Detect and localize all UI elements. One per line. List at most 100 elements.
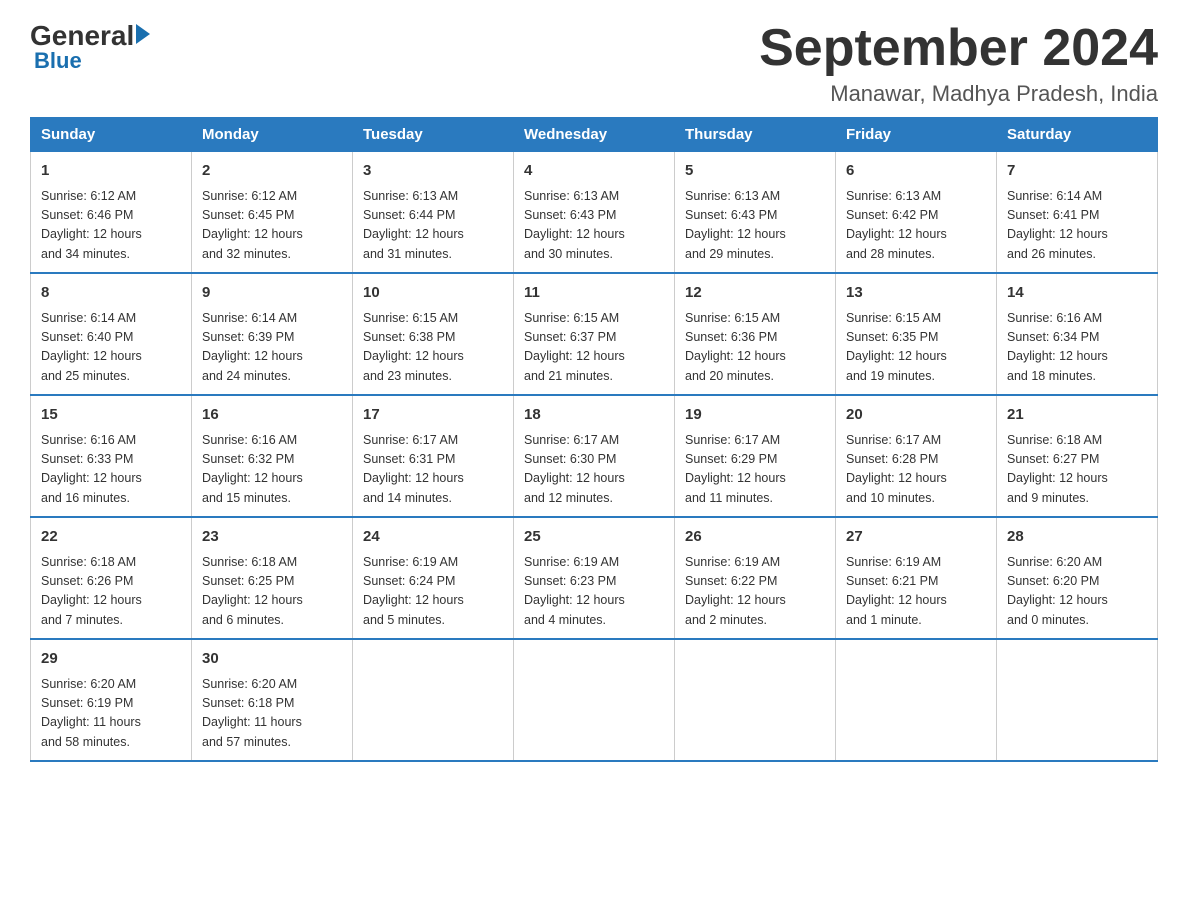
calendar-cell: 25 Sunrise: 6:19 AMSunset: 6:23 PMDayligh…: [514, 517, 675, 639]
day-info: Sunrise: 6:17 AMSunset: 6:30 PMDaylight:…: [524, 431, 664, 509]
week-row-5: 29Sunrise: 6:20 AMSunset: 6:19 PMDayligh…: [31, 639, 1158, 761]
calendar-subtitle: Manawar, Madhya Pradesh, India: [759, 81, 1158, 107]
header-saturday: Saturday: [997, 118, 1158, 152]
calendar-cell: 24Sunrise: 6:19 AMSunset: 6:24 PMDayligh…: [353, 517, 514, 639]
day-info: Sunrise: 6:19 AMSunset: 6:23 PMDaylight:…: [524, 553, 664, 631]
calendar-cell: 10Sunrise: 6:15 AMSunset: 6:38 PMDayligh…: [353, 273, 514, 395]
day-info: Sunrise: 6:15 AMSunset: 6:36 PMDaylight:…: [685, 309, 825, 387]
calendar-cell: 20 Sunrise: 6:17 AMSunset: 6:28 PMDayligh…: [836, 395, 997, 517]
calendar-cell: 22Sunrise: 6:18 AMSunset: 6:26 PMDayligh…: [31, 517, 192, 639]
day-info: Sunrise: 6:12 AMSunset: 6:45 PMDaylight:…: [202, 187, 342, 265]
day-number: 5: [685, 160, 825, 183]
day-number: 26: [685, 526, 825, 549]
day-number: 3: [363, 160, 503, 183]
calendar-cell: 26 Sunrise: 6:19 AMSunset: 6:22 PMDayligh…: [675, 517, 836, 639]
calendar-cell: 6 Sunrise: 6:13 AMSunset: 6:42 PMDaylight…: [836, 152, 997, 274]
day-number: 28: [1007, 526, 1147, 549]
day-number: 10: [363, 282, 503, 305]
calendar-cell: 11Sunrise: 6:15 AMSunset: 6:37 PMDayligh…: [514, 273, 675, 395]
header-sunday: Sunday: [31, 118, 192, 152]
day-number: 9: [202, 282, 342, 305]
day-number: 14: [1007, 282, 1147, 305]
day-info: Sunrise: 6:13 AMSunset: 6:43 PMDaylight:…: [685, 187, 825, 265]
calendar-cell: 13 Sunrise: 6:15 AMSunset: 6:35 PMDayligh…: [836, 273, 997, 395]
calendar-cell: [353, 639, 514, 761]
day-info: Sunrise: 6:14 AMSunset: 6:40 PMDaylight:…: [41, 309, 181, 387]
calendar-cell: [997, 639, 1158, 761]
day-number: 23: [202, 526, 342, 549]
day-info: Sunrise: 6:18 AMSunset: 6:25 PMDaylight:…: [202, 553, 342, 631]
day-info: Sunrise: 6:15 AMSunset: 6:35 PMDaylight:…: [846, 309, 986, 387]
calendar-title: September 2024: [759, 20, 1158, 77]
calendar-table: Sunday Monday Tuesday Wednesday Thursday…: [30, 117, 1158, 762]
day-info: Sunrise: 6:16 AMSunset: 6:34 PMDaylight:…: [1007, 309, 1147, 387]
day-info: Sunrise: 6:13 AMSunset: 6:42 PMDaylight:…: [846, 187, 986, 265]
calendar-cell: 15 Sunrise: 6:16 AMSunset: 6:33 PMDayligh…: [31, 395, 192, 517]
day-number: 21: [1007, 404, 1147, 427]
calendar-cell: [675, 639, 836, 761]
day-number: 29: [41, 648, 181, 671]
logo-sub: Blue: [34, 48, 82, 74]
day-info: Sunrise: 6:18 AMSunset: 6:26 PMDaylight:…: [41, 553, 181, 631]
day-number: 13: [846, 282, 986, 305]
day-info: Sunrise: 6:13 AMSunset: 6:43 PMDaylight:…: [524, 187, 664, 265]
day-info: Sunrise: 6:16 AMSunset: 6:33 PMDaylight:…: [41, 431, 181, 509]
day-info: Sunrise: 6:20 AMSunset: 6:20 PMDaylight:…: [1007, 553, 1147, 631]
day-number: 20: [846, 404, 986, 427]
day-info: Sunrise: 6:19 AMSunset: 6:21 PMDaylight:…: [846, 553, 986, 631]
day-number: 19: [685, 404, 825, 427]
day-info: Sunrise: 6:13 AMSunset: 6:44 PMDaylight:…: [363, 187, 503, 265]
calendar-cell: 3 Sunrise: 6:13 AMSunset: 6:44 PMDaylight…: [353, 152, 514, 274]
day-info: Sunrise: 6:12 AMSunset: 6:46 PMDaylight:…: [41, 187, 181, 265]
day-number: 16: [202, 404, 342, 427]
calendar-cell: 14 Sunrise: 6:16 AMSunset: 6:34 PMDayligh…: [997, 273, 1158, 395]
week-row-2: 8 Sunrise: 6:14 AMSunset: 6:40 PMDaylight…: [31, 273, 1158, 395]
day-info: Sunrise: 6:19 AMSunset: 6:22 PMDaylight:…: [685, 553, 825, 631]
weekday-header-row: Sunday Monday Tuesday Wednesday Thursday…: [31, 118, 1158, 152]
header-tuesday: Tuesday: [353, 118, 514, 152]
day-number: 27: [846, 526, 986, 549]
day-number: 24: [363, 526, 503, 549]
calendar-cell: 1 Sunrise: 6:12 AMSunset: 6:46 PMDaylight…: [31, 152, 192, 274]
day-info: Sunrise: 6:18 AMSunset: 6:27 PMDaylight:…: [1007, 431, 1147, 509]
calendar-cell: 30 Sunrise: 6:20 AMSunset: 6:18 PMDayligh…: [192, 639, 353, 761]
day-number: 8: [41, 282, 181, 305]
day-info: Sunrise: 6:15 AMSunset: 6:37 PMDaylight:…: [524, 309, 664, 387]
header-wednesday: Wednesday: [514, 118, 675, 152]
day-info: Sunrise: 6:14 AMSunset: 6:39 PMDaylight:…: [202, 309, 342, 387]
day-info: Sunrise: 6:20 AMSunset: 6:18 PMDaylight:…: [202, 675, 342, 753]
logo: General Blue: [30, 20, 150, 74]
calendar-cell: 17Sunrise: 6:17 AMSunset: 6:31 PMDayligh…: [353, 395, 514, 517]
day-number: 17: [363, 404, 503, 427]
week-row-1: 1 Sunrise: 6:12 AMSunset: 6:46 PMDaylight…: [31, 152, 1158, 274]
day-number: 1: [41, 160, 181, 183]
calendar-cell: 27 Sunrise: 6:19 AMSunset: 6:21 PMDayligh…: [836, 517, 997, 639]
calendar-cell: 5 Sunrise: 6:13 AMSunset: 6:43 PMDaylight…: [675, 152, 836, 274]
page-header: General Blue September 2024 Manawar, Mad…: [30, 20, 1158, 107]
calendar-cell: 23 Sunrise: 6:18 AMSunset: 6:25 PMDayligh…: [192, 517, 353, 639]
calendar-cell: 29Sunrise: 6:20 AMSunset: 6:19 PMDayligh…: [31, 639, 192, 761]
day-info: Sunrise: 6:16 AMSunset: 6:32 PMDaylight:…: [202, 431, 342, 509]
calendar-cell: 28 Sunrise: 6:20 AMSunset: 6:20 PMDayligh…: [997, 517, 1158, 639]
calendar-cell: [514, 639, 675, 761]
day-number: 6: [846, 160, 986, 183]
day-number: 25: [524, 526, 664, 549]
logo-arrow-icon: [136, 24, 150, 44]
calendar-cell: 21 Sunrise: 6:18 AMSunset: 6:27 PMDayligh…: [997, 395, 1158, 517]
day-number: 15: [41, 404, 181, 427]
day-info: Sunrise: 6:14 AMSunset: 6:41 PMDaylight:…: [1007, 187, 1147, 265]
calendar-cell: 12Sunrise: 6:15 AMSunset: 6:36 PMDayligh…: [675, 273, 836, 395]
calendar-cell: 8 Sunrise: 6:14 AMSunset: 6:40 PMDaylight…: [31, 273, 192, 395]
calendar-cell: 4 Sunrise: 6:13 AMSunset: 6:43 PMDaylight…: [514, 152, 675, 274]
day-number: 4: [524, 160, 664, 183]
day-number: 7: [1007, 160, 1147, 183]
day-number: 18: [524, 404, 664, 427]
calendar-cell: 18 Sunrise: 6:17 AMSunset: 6:30 PMDayligh…: [514, 395, 675, 517]
day-number: 30: [202, 648, 342, 671]
calendar-cell: [836, 639, 997, 761]
week-row-4: 22Sunrise: 6:18 AMSunset: 6:26 PMDayligh…: [31, 517, 1158, 639]
day-info: Sunrise: 6:17 AMSunset: 6:28 PMDaylight:…: [846, 431, 986, 509]
title-container: September 2024 Manawar, Madhya Pradesh, …: [759, 20, 1158, 107]
header-monday: Monday: [192, 118, 353, 152]
calendar-cell: 7 Sunrise: 6:14 AMSunset: 6:41 PMDaylight…: [997, 152, 1158, 274]
